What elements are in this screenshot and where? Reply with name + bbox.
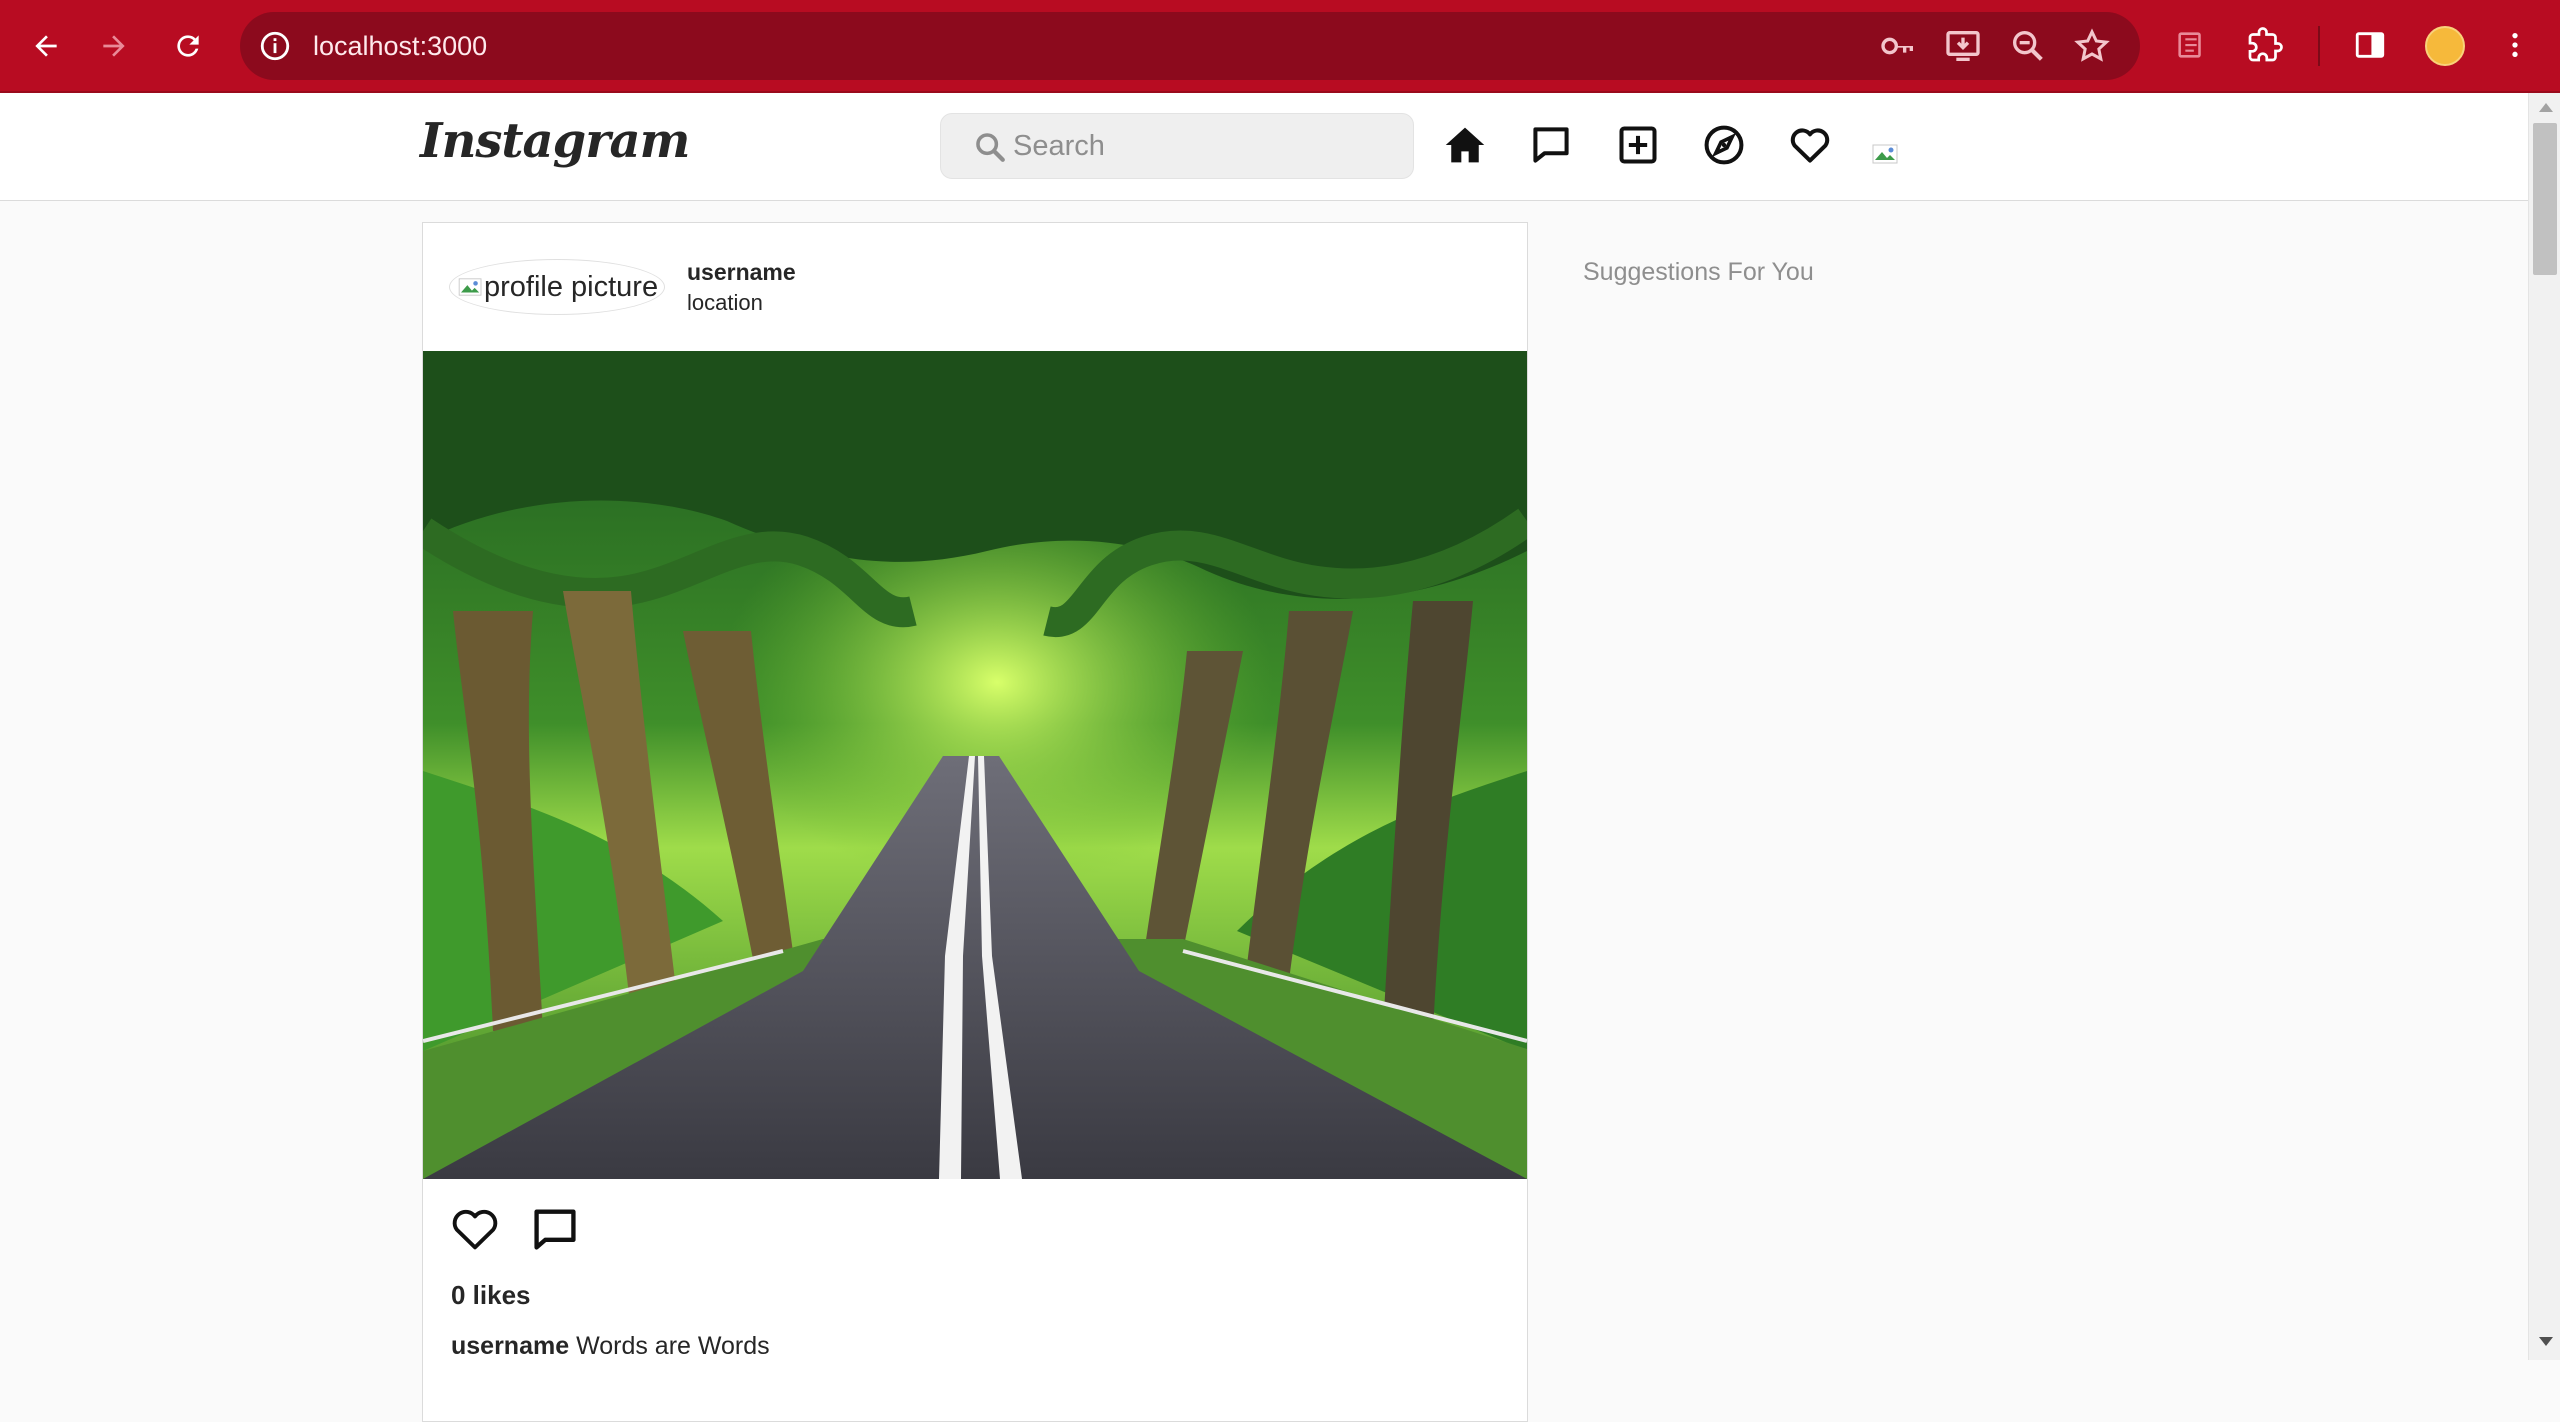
- caption-username[interactable]: username: [451, 1332, 569, 1360]
- instagram-logo[interactable]: Instagram: [420, 113, 690, 169]
- bookmark-star-icon[interactable]: [2072, 26, 2112, 66]
- tab-search-button[interactable]: [2168, 22, 2214, 68]
- forward-icon: [103, 35, 125, 57]
- password-key-icon[interactable]: [1878, 26, 1918, 66]
- back-icon: [35, 35, 57, 57]
- profile-avatar[interactable]: [2425, 26, 2465, 66]
- extensions-puzzle-icon: [2248, 27, 2283, 62]
- page-scrollbar[interactable]: [2528, 93, 2560, 1360]
- profile-avatar-broken[interactable]: [1872, 143, 1900, 165]
- home-button[interactable]: [1439, 119, 1491, 171]
- back-button[interactable]: [22, 22, 70, 70]
- activity-button[interactable]: [1784, 119, 1836, 171]
- site-info-icon[interactable]: [258, 29, 292, 63]
- home-icon: [1445, 127, 1485, 163]
- post-image[interactable]: [423, 351, 1527, 1179]
- url-text: localhost:3000: [313, 31, 488, 61]
- explore-button[interactable]: [1698, 119, 1750, 171]
- scroll-down-arrow-icon[interactable]: [2539, 1337, 2553, 1346]
- search-input[interactable]: [1013, 114, 1393, 178]
- heart-icon: [452, 1209, 498, 1250]
- post-caption: username Words are Words: [451, 1332, 770, 1361]
- post-card: profile picture username location 0 like…: [422, 222, 1528, 1422]
- caption-text: Words are Words: [576, 1332, 770, 1360]
- side-panel-button[interactable]: [2347, 22, 2393, 68]
- profile-picture-alt-text: profile picture: [484, 270, 659, 303]
- search-icon: [976, 133, 1005, 162]
- comment-icon: [534, 1209, 576, 1250]
- search-box[interactable]: [940, 113, 1414, 179]
- app-header: Instagram: [0, 93, 2528, 201]
- post-username[interactable]: username: [687, 259, 796, 286]
- comment-button[interactable]: [529, 1203, 581, 1255]
- browser-toolbar: localhost:3000: [0, 0, 2560, 93]
- scrollbar-thumb[interactable]: [2533, 123, 2557, 275]
- forward-button[interactable]: [90, 22, 138, 70]
- likes-count: 0 likes: [451, 1280, 531, 1310]
- like-button[interactable]: [449, 1203, 501, 1255]
- toolbar-divider: [2318, 26, 2320, 66]
- new-post-icon: [1619, 126, 1657, 164]
- tab-search-icon: [2178, 32, 2201, 58]
- broken-image-icon: [458, 278, 482, 296]
- tree-tunnel-road-image: [423, 351, 1527, 1179]
- profile-picture[interactable]: profile picture: [449, 259, 665, 315]
- scroll-up-arrow-icon[interactable]: [2539, 103, 2553, 112]
- suggestions-title: Suggestions For You: [1583, 258, 1814, 286]
- post-location[interactable]: location: [687, 290, 763, 316]
- messages-icon: [1533, 127, 1569, 163]
- more-menu-button[interactable]: [2492, 22, 2538, 68]
- reload-icon: [177, 35, 199, 57]
- explore-icon: [1704, 125, 1744, 165]
- more-menu-icon: [2512, 33, 2518, 57]
- messages-button[interactable]: [1525, 119, 1577, 171]
- reload-button[interactable]: [164, 22, 212, 70]
- address-bar[interactable]: localhost:3000: [240, 12, 2140, 80]
- post-header: profile picture username location: [423, 223, 1527, 351]
- side-panel-icon: [2355, 32, 2385, 58]
- zoom-icon[interactable]: [2008, 26, 2048, 66]
- extensions-button[interactable]: [2242, 22, 2288, 68]
- install-app-icon[interactable]: [1943, 26, 1983, 66]
- activity-heart-icon: [1790, 128, 1830, 163]
- new-post-button[interactable]: [1612, 119, 1664, 171]
